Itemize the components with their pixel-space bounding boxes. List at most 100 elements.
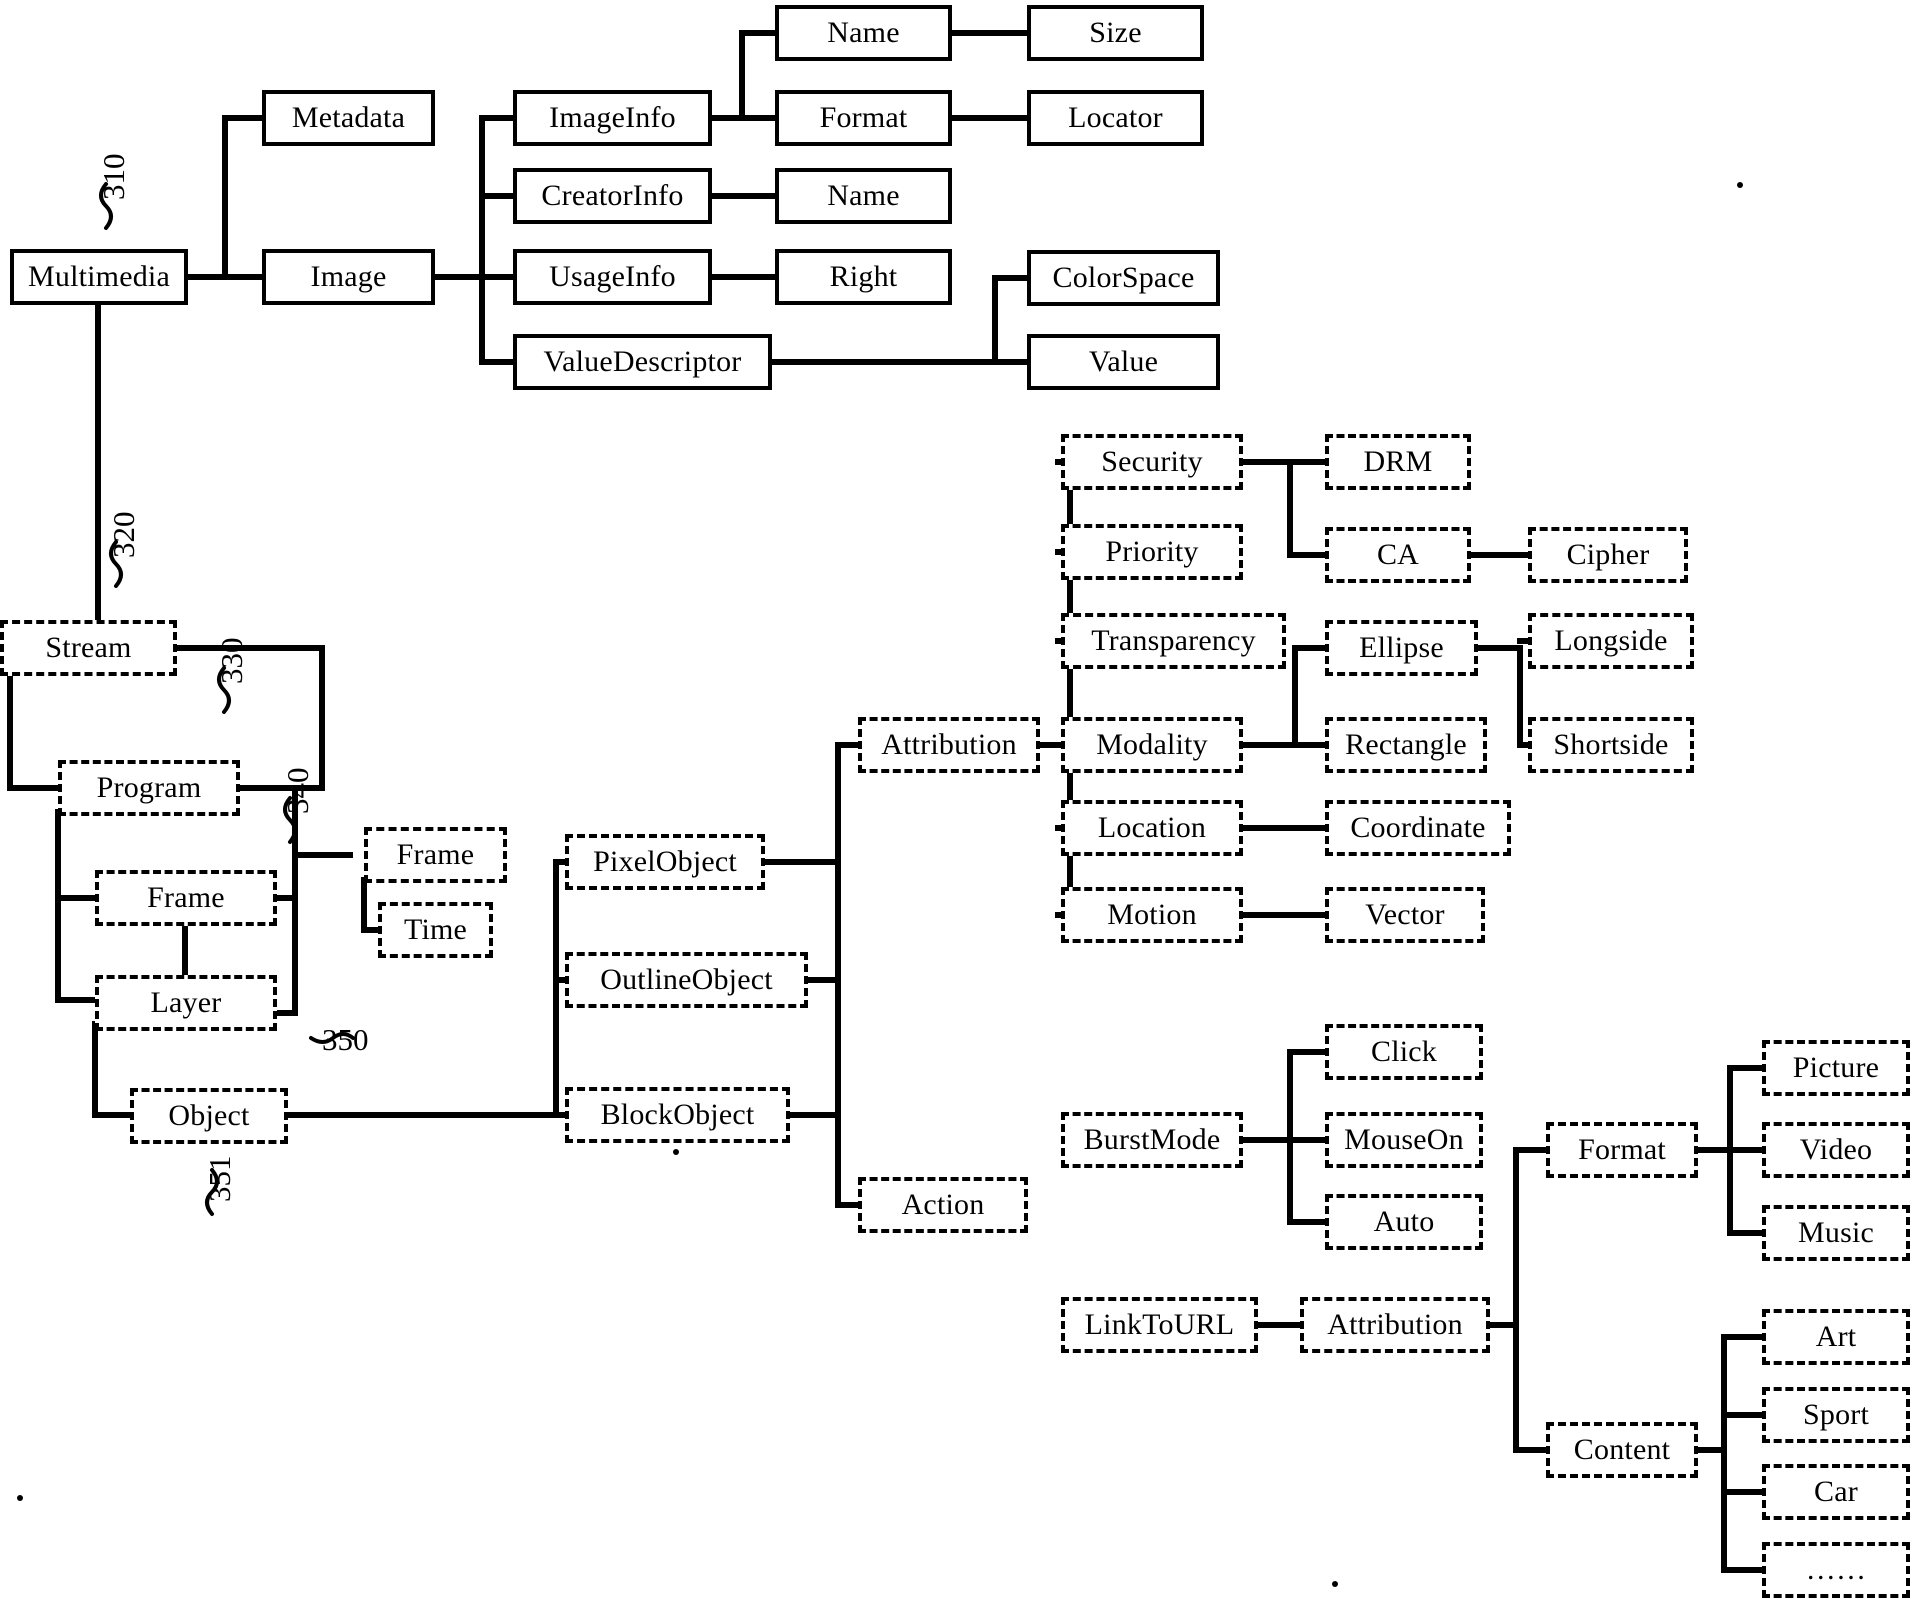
node-cipher[interactable]: Cipher bbox=[1528, 527, 1688, 583]
node-ellipsis[interactable]: …… bbox=[1762, 1542, 1910, 1598]
node-auto[interactable]: Auto bbox=[1325, 1194, 1483, 1250]
node-attribution-object[interactable]: Attribution bbox=[858, 717, 1040, 773]
node-creatorinfo[interactable]: CreatorInfo bbox=[513, 168, 712, 224]
node-right[interactable]: Right bbox=[775, 249, 952, 305]
node-location[interactable]: Location bbox=[1061, 800, 1243, 856]
node-video[interactable]: Video bbox=[1762, 1122, 1910, 1178]
node-label: Program bbox=[96, 771, 202, 804]
node-label: Multimedia bbox=[28, 260, 170, 293]
node-longside[interactable]: Longside bbox=[1528, 613, 1694, 669]
node-content[interactable]: Content bbox=[1546, 1422, 1698, 1478]
node-size[interactable]: Size bbox=[1027, 5, 1204, 61]
node-burstmode[interactable]: BurstMode bbox=[1061, 1112, 1243, 1168]
node-stream[interactable]: Stream bbox=[0, 620, 177, 676]
node-coordinate[interactable]: Coordinate bbox=[1325, 800, 1511, 856]
node-outlineobject[interactable]: OutlineObject bbox=[565, 952, 808, 1008]
node-linktourl[interactable]: LinkToURL bbox=[1061, 1297, 1258, 1353]
node-label: Location bbox=[1097, 811, 1207, 844]
node-priority[interactable]: Priority bbox=[1061, 524, 1243, 580]
node-click[interactable]: Click bbox=[1325, 1024, 1483, 1080]
node-time[interactable]: Time bbox=[378, 902, 493, 958]
node-label: OutlineObject bbox=[600, 963, 773, 996]
node-label: Cipher bbox=[1566, 538, 1650, 571]
node-label: Click bbox=[1371, 1035, 1437, 1068]
node-imageinfo[interactable]: ImageInfo bbox=[513, 90, 712, 146]
node-label: ValueDescriptor bbox=[543, 345, 742, 378]
reference-numeral-350: 350 bbox=[322, 1022, 369, 1057]
node-frame-left[interactable]: Frame bbox=[95, 870, 277, 926]
node-program[interactable]: Program bbox=[58, 760, 240, 816]
node-label: Content bbox=[1573, 1433, 1671, 1466]
node-name-imageinfo[interactable]: Name bbox=[775, 5, 952, 61]
node-label: Size bbox=[1089, 16, 1142, 49]
node-ellipse[interactable]: Ellipse bbox=[1325, 620, 1478, 676]
node-multimedia[interactable]: Multimedia bbox=[10, 249, 188, 305]
node-vector[interactable]: Vector bbox=[1325, 887, 1485, 943]
node-label: BurstMode bbox=[1083, 1123, 1221, 1156]
node-colorspace[interactable]: ColorSpace bbox=[1027, 250, 1220, 306]
node-valuedescriptor[interactable]: ValueDescriptor bbox=[513, 334, 772, 390]
node-label: CreatorInfo bbox=[541, 179, 684, 212]
node-label: Format bbox=[1578, 1133, 1666, 1166]
node-ca[interactable]: CA bbox=[1325, 527, 1471, 583]
node-label: Time bbox=[403, 913, 468, 946]
node-label: PixelObject bbox=[593, 845, 737, 878]
node-sport[interactable]: Sport bbox=[1762, 1387, 1910, 1443]
node-label: BlockObject bbox=[600, 1098, 755, 1131]
node-drm[interactable]: DRM bbox=[1325, 434, 1471, 490]
node-attribution-link[interactable]: Attribution bbox=[1300, 1297, 1490, 1353]
node-rectangle[interactable]: Rectangle bbox=[1325, 717, 1487, 773]
node-art[interactable]: Art bbox=[1762, 1309, 1910, 1365]
node-modality[interactable]: Modality bbox=[1061, 717, 1243, 773]
node-object[interactable]: Object bbox=[130, 1088, 288, 1144]
node-label: CA bbox=[1376, 538, 1420, 571]
node-label: Art bbox=[1815, 1320, 1857, 1353]
node-label: …… bbox=[1805, 1553, 1867, 1586]
node-label: Auto bbox=[1373, 1205, 1435, 1238]
node-blockobject[interactable]: BlockObject bbox=[565, 1087, 790, 1143]
node-label: Frame bbox=[396, 838, 475, 871]
node-car[interactable]: Car bbox=[1762, 1464, 1910, 1520]
node-label: Layer bbox=[150, 986, 222, 1019]
node-music[interactable]: Music bbox=[1762, 1205, 1910, 1261]
node-label: DRM bbox=[1363, 445, 1433, 478]
node-label: Attribution bbox=[881, 728, 1017, 761]
node-motion[interactable]: Motion bbox=[1061, 887, 1243, 943]
node-locator[interactable]: Locator bbox=[1027, 90, 1204, 146]
node-label: Modality bbox=[1096, 728, 1208, 761]
node-action[interactable]: Action bbox=[858, 1177, 1028, 1233]
node-label: Locator bbox=[1068, 101, 1163, 134]
reference-numeral-351: 351 bbox=[202, 1155, 237, 1203]
node-label: Name bbox=[827, 179, 900, 212]
node-label: Action bbox=[901, 1188, 985, 1221]
node-pixelobject[interactable]: PixelObject bbox=[565, 834, 765, 890]
node-label: UsageInfo bbox=[549, 260, 676, 293]
node-shortside[interactable]: Shortside bbox=[1528, 717, 1694, 773]
node-usageinfo[interactable]: UsageInfo bbox=[513, 249, 712, 305]
node-metadata[interactable]: Metadata bbox=[262, 90, 435, 146]
node-label: Object bbox=[168, 1099, 250, 1132]
node-label: Motion bbox=[1107, 898, 1197, 931]
node-label: Car bbox=[1814, 1475, 1858, 1508]
node-label: Metadata bbox=[291, 101, 406, 134]
node-format-imageinfo[interactable]: Format bbox=[775, 90, 952, 146]
node-name-creatorinfo[interactable]: Name bbox=[775, 168, 952, 224]
node-label: Longside bbox=[1554, 624, 1668, 657]
node-label: Frame bbox=[147, 881, 225, 914]
node-frame-right[interactable]: Frame bbox=[364, 827, 507, 883]
node-label: Ellipse bbox=[1359, 631, 1444, 664]
node-label: Transparency bbox=[1091, 624, 1256, 657]
node-label: Right bbox=[829, 260, 898, 293]
node-picture[interactable]: Picture bbox=[1762, 1040, 1910, 1096]
node-mouseon[interactable]: MouseOn bbox=[1325, 1112, 1483, 1168]
node-layer[interactable]: Layer bbox=[95, 975, 277, 1031]
node-transparency[interactable]: Transparency bbox=[1061, 613, 1286, 669]
node-label: LinkToURL bbox=[1084, 1308, 1235, 1341]
node-image[interactable]: Image bbox=[262, 249, 435, 305]
node-label: MouseOn bbox=[1344, 1123, 1464, 1156]
node-label: Image bbox=[310, 260, 387, 293]
node-label: Vector bbox=[1365, 898, 1445, 931]
node-value[interactable]: Value bbox=[1027, 334, 1220, 390]
node-security[interactable]: Security bbox=[1061, 434, 1243, 490]
node-format-link[interactable]: Format bbox=[1546, 1122, 1698, 1178]
